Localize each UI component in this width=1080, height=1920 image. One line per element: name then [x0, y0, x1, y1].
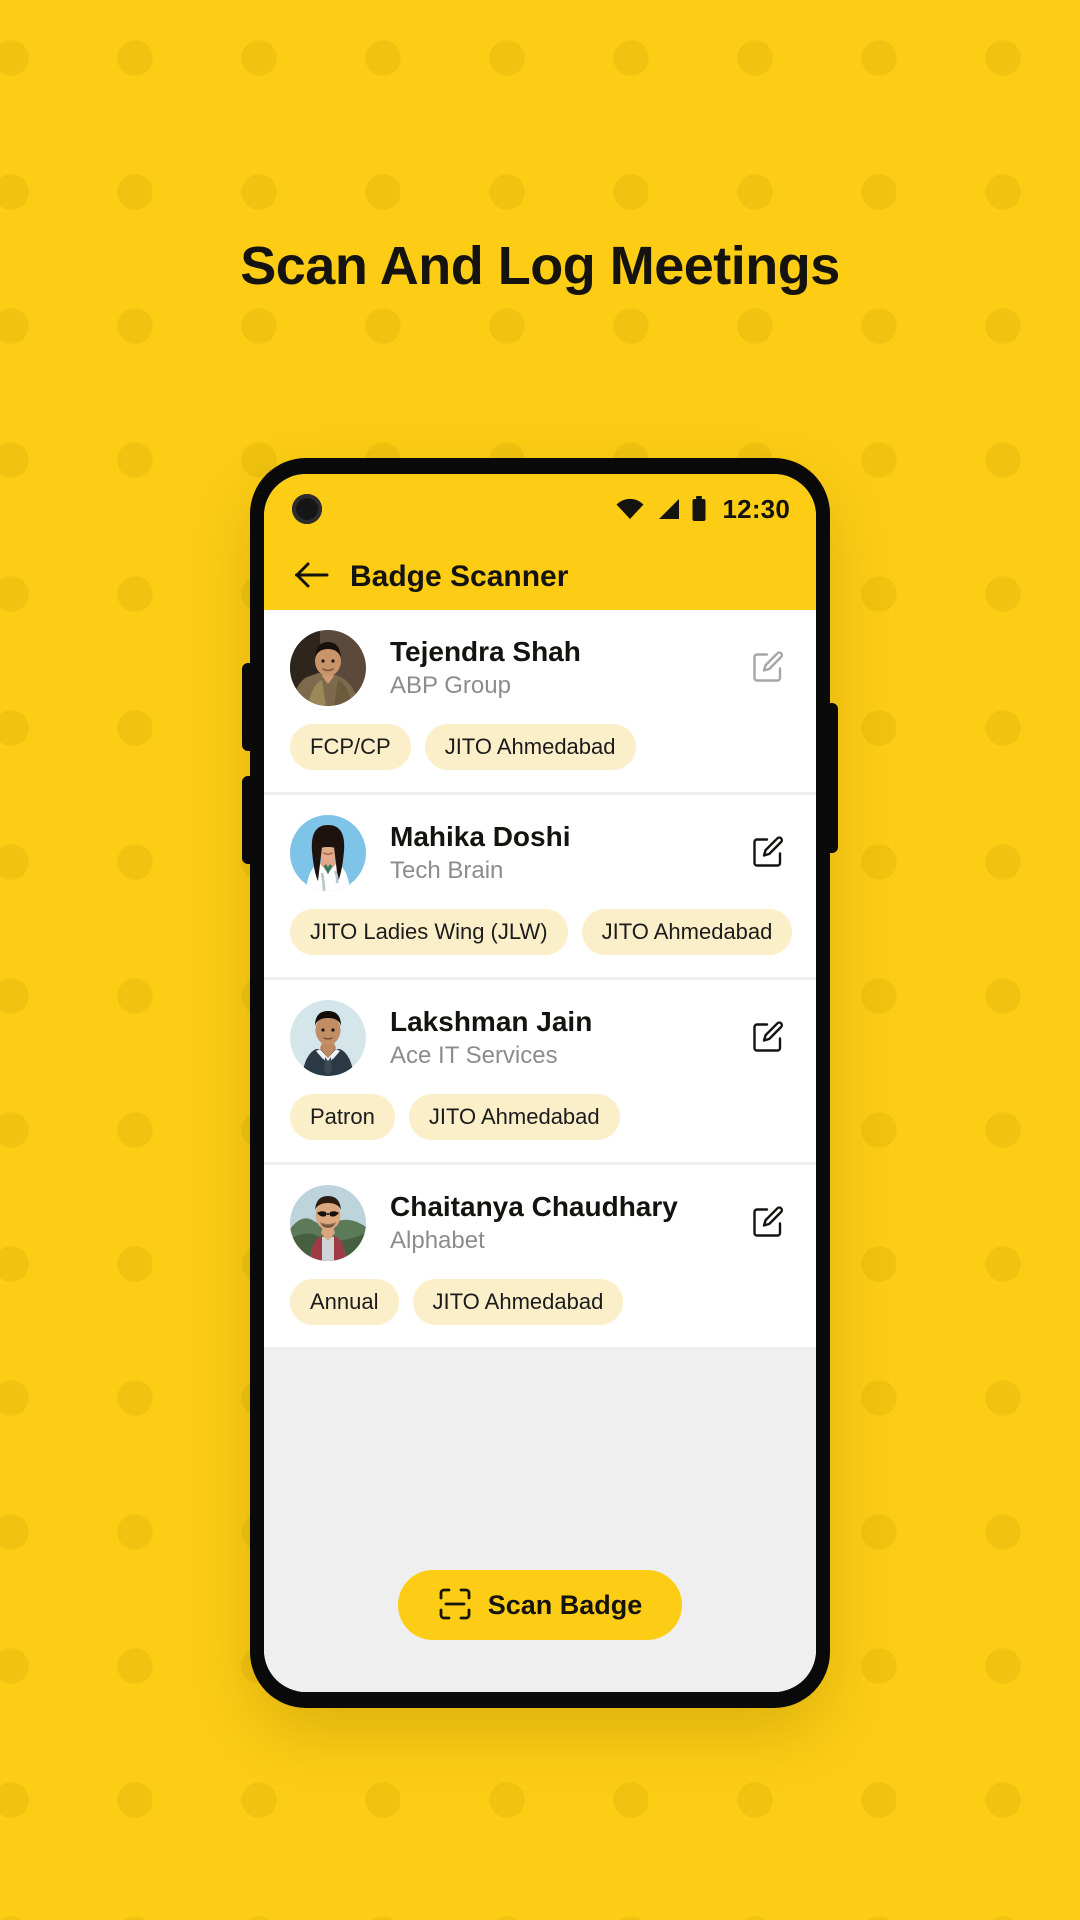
avatar [290, 630, 366, 706]
status-bar-clock: 12:30 [722, 493, 790, 524]
status-icon-group: 12:30 [615, 494, 791, 525]
edit-contact-button[interactable] [746, 1201, 790, 1245]
contact-name: Lakshman Jain [390, 1005, 593, 1037]
power-button[interactable] [828, 703, 838, 853]
contact-card[interactable]: Tejendra Shah ABP Group FCP/CP JITO Ahme… [264, 610, 816, 792]
avatar [290, 1185, 366, 1261]
edit-pencil-icon [750, 1203, 786, 1244]
tag-row: Patron JITO Ahmedabad [290, 1094, 790, 1140]
phone-screen: 12:30 Badge Scanner Tejendra Shah ABP Gr… [264, 474, 816, 1692]
contact-tag: Patron [290, 1094, 395, 1140]
phone-mockup: 12:30 Badge Scanner Tejendra Shah ABP Gr… [242, 458, 838, 1708]
battery-icon [691, 496, 707, 522]
edit-pencil-icon [750, 833, 786, 874]
contact-card-header: Chaitanya Chaudhary Alphabet [290, 1185, 790, 1261]
bottom-action-bar: Scan Badge [264, 1570, 816, 1692]
contact-tag: JITO Ladies Wing (JLW) [290, 909, 568, 955]
volume-down-button[interactable] [242, 776, 252, 864]
edit-contact-button[interactable] [746, 1016, 790, 1060]
contact-tag: Annual [290, 1279, 399, 1325]
back-button[interactable] [292, 557, 332, 597]
contact-info: Chaitanya Chaudhary Alphabet [390, 1190, 736, 1256]
edit-pencil-icon [750, 648, 786, 689]
cellular-signal-icon [655, 497, 681, 521]
contact-name: Tejendra Shah [390, 635, 581, 667]
empty-list-area [264, 1350, 816, 1570]
contact-info: Tejendra Shah ABP Group [390, 635, 736, 701]
contact-card-header: Tejendra Shah ABP Group [290, 630, 790, 706]
contact-tag: JITO Ahmedabad [424, 724, 636, 770]
contact-info: Mahika Doshi Tech Brain [390, 820, 736, 886]
contact-card[interactable]: Chaitanya Chaudhary Alphabet Annual JITO… [264, 1165, 816, 1347]
contact-card[interactable]: Mahika Doshi Tech Brain JITO Ladies Wing… [264, 795, 816, 977]
contact-card[interactable]: Lakshman Jain Ace IT Services Patron JIT… [264, 980, 816, 1162]
scan-frame-icon [438, 1587, 472, 1624]
app-bar-title: Badge Scanner [350, 560, 569, 593]
contact-name: Chaitanya Chaudhary [390, 1190, 678, 1222]
contact-tag: JITO Ahmedabad [412, 1279, 624, 1325]
edit-pencil-icon [750, 1018, 786, 1059]
tag-row: Annual JITO Ahmedabad [290, 1279, 790, 1325]
edit-contact-button[interactable] [746, 831, 790, 875]
volume-up-button[interactable] [242, 663, 252, 751]
avatar [290, 1000, 366, 1076]
scan-badge-button[interactable]: Scan Badge [397, 1570, 683, 1640]
wifi-icon [615, 497, 645, 521]
front-camera-icon [292, 494, 322, 524]
contact-list: Tejendra Shah ABP Group FCP/CP JITO Ahme… [264, 610, 816, 1350]
contact-company: Tech Brain [390, 857, 504, 885]
arrow-left-icon [295, 562, 329, 593]
contact-company: Ace IT Services [390, 1042, 558, 1070]
status-bar: 12:30 [264, 474, 816, 544]
tag-row: JITO Ladies Wing (JLW) JITO Ahmedabad [290, 909, 793, 955]
tag-row: FCP/CP JITO Ahmedabad [290, 724, 790, 770]
contact-card-header: Lakshman Jain Ace IT Services [290, 1000, 790, 1076]
contact-tag: FCP/CP [290, 724, 411, 770]
app-bar: Badge Scanner [264, 544, 816, 610]
contact-name: Mahika Doshi [390, 820, 571, 852]
page-title: Scan And Log Meetings [240, 236, 840, 296]
edit-contact-button[interactable] [746, 646, 790, 690]
contact-company: Alphabet [390, 1227, 485, 1255]
contact-info: Lakshman Jain Ace IT Services [390, 1005, 736, 1071]
contact-company: ABP Group [390, 672, 511, 700]
phone-frame: 12:30 Badge Scanner Tejendra Shah ABP Gr… [242, 458, 838, 1708]
contact-card-header: Mahika Doshi Tech Brain [290, 815, 790, 891]
contact-tag: JITO Ahmedabad [408, 1094, 620, 1140]
scan-badge-label: Scan Badge [487, 1589, 643, 1620]
avatar [290, 815, 366, 891]
contact-tag: JITO Ahmedabad [581, 909, 793, 955]
